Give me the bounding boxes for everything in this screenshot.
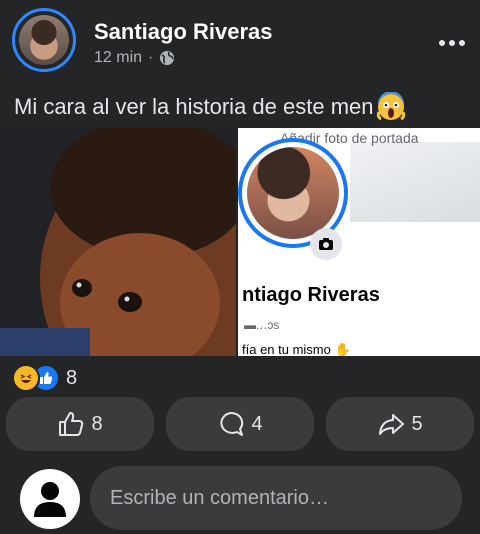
reaction-count: 8 xyxy=(66,366,78,389)
friends-count-text: ▬.‥ɔs xyxy=(244,318,280,332)
caption-text: Mi cara al ver la historia de este men xyxy=(14,94,374,119)
post-caption: Mi cara al ver la historia de este men xyxy=(14,92,406,122)
share-button[interactable]: 5 xyxy=(326,397,474,451)
bio-text: fía en tu mismo xyxy=(242,342,331,356)
child-reaction-image[interactable] xyxy=(0,128,236,356)
comment-bubble-icon xyxy=(220,411,244,436)
meta-separator: · xyxy=(148,49,154,66)
current-user-avatar[interactable] xyxy=(20,469,80,529)
like-count: 8 xyxy=(91,412,103,435)
author-avatar-image xyxy=(19,15,69,65)
comment-count: 4 xyxy=(251,412,263,435)
comment-composer xyxy=(0,460,480,534)
share-count: 5 xyxy=(411,412,423,435)
globe-icon xyxy=(160,51,175,65)
like-button[interactable]: 8 xyxy=(6,397,154,451)
hand-icon: ✋ xyxy=(334,342,351,356)
thumbs-up-icon xyxy=(59,412,84,436)
more-horizontal-icon xyxy=(439,40,465,46)
camera-icon xyxy=(319,238,333,250)
post-header: Santiago Riveras 12 min · xyxy=(0,0,480,80)
post-actions: 8 4 5 xyxy=(6,397,474,451)
comment-input-container[interactable] xyxy=(90,466,462,530)
share-arrow-icon xyxy=(379,414,405,435)
post-meta: 12 min · xyxy=(94,49,175,67)
haha-face xyxy=(20,374,32,383)
face-screaming-in-fear-icon xyxy=(376,92,405,121)
reaction-summary[interactable]: 8 xyxy=(12,364,77,392)
comment-button[interactable]: 4 xyxy=(166,397,314,451)
author-name[interactable]: Santiago Riveras xyxy=(94,19,273,45)
post-time[interactable]: 12 min xyxy=(94,49,142,67)
child-reaction-photo xyxy=(0,128,236,356)
camera-button xyxy=(310,228,342,260)
profile-picture xyxy=(247,147,339,239)
user-silhouette-icon xyxy=(34,482,66,517)
haha-icon xyxy=(12,364,40,392)
post-media[interactable]: Añadir foto de portada ntiago Riveras ▬.… xyxy=(0,128,480,356)
author-avatar[interactable] xyxy=(12,8,76,72)
more-options-button[interactable] xyxy=(438,28,466,48)
profile-screenshot-image[interactable]: Añadir foto de portada ntiago Riveras ▬.… xyxy=(238,128,480,356)
cover-photo-area xyxy=(350,142,480,222)
like-thumb xyxy=(40,372,53,384)
comment-input[interactable] xyxy=(108,485,462,511)
profile-bio-text: fía en tu mismo ✋ xyxy=(242,342,351,356)
profile-name-text: ntiago Riveras xyxy=(242,284,380,306)
